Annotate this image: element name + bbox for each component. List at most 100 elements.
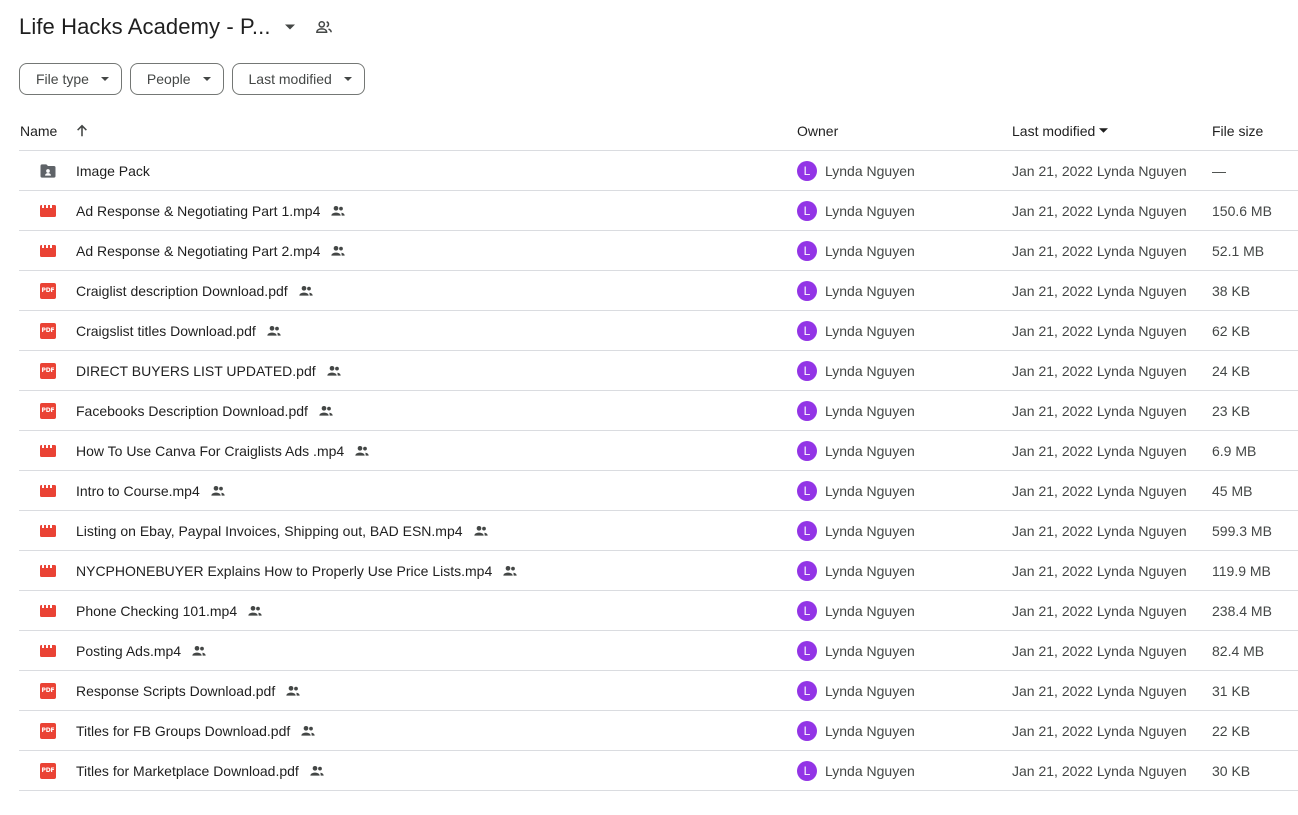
filter-last-modified[interactable]: Last modified <box>231 63 365 95</box>
avatar: L <box>797 600 817 621</box>
column-file-size[interactable]: File size <box>1212 123 1298 139</box>
filter-people[interactable]: People <box>129 63 224 95</box>
table-row[interactable]: Ad Response & Negotiating Part 2.mp4 L Lyn… <box>19 231 1298 271</box>
table-row[interactable]: PDF Titles for FB Groups Download.pdf L Lyn… <box>19 711 1298 751</box>
table-row[interactable]: Phone Checking 101.mp4 L Lynda Nguyen Jan 2… <box>19 591 1298 631</box>
folder-title[interactable]: Life Hacks Academy - P... <box>19 14 271 40</box>
last-modified: Jan 21, 2022 Lynda Nguyen <box>1012 522 1187 539</box>
avatar: L <box>797 160 817 181</box>
owner-name: Lynda Nguyen <box>825 482 915 499</box>
avatar: L <box>797 280 817 301</box>
caret-down-icon <box>343 77 352 81</box>
file-name[interactable]: Titles for Marketplace Download.pdf <box>76 763 299 779</box>
file-name[interactable]: Intro to Course.mp4 <box>76 483 200 499</box>
last-modified: Jan 21, 2022 Lynda Nguyen <box>1012 162 1187 179</box>
owner-name: Lynda Nguyen <box>825 282 915 299</box>
shared-people-icon[interactable] <box>315 18 333 36</box>
avatar: L <box>797 520 817 541</box>
avatar: L <box>797 400 817 421</box>
table-row[interactable]: PDF Response Scripts Download.pdf L Lynda N… <box>19 671 1298 711</box>
filter-file-type[interactable]: File type <box>19 63 122 95</box>
video-file-icon <box>38 601 58 621</box>
table-row[interactable]: PDF Craigslist titles Download.pdf L Lynda … <box>19 311 1298 351</box>
video-file-icon <box>38 641 58 661</box>
file-name[interactable]: DIRECT BUYERS LIST UPDATED.pdf <box>76 363 316 379</box>
file-name[interactable]: Response Scripts Download.pdf <box>76 683 275 699</box>
table-row[interactable]: PDF Titles for Marketplace Download.pdf L L… <box>19 751 1298 791</box>
file-name[interactable]: NYCPHONEBUYER Explains How to Properly U… <box>76 563 492 579</box>
pdf-label: PDF <box>40 402 56 419</box>
file-name[interactable]: Titles for FB Groups Download.pdf <box>76 723 290 739</box>
file-name[interactable]: Ad Response & Negotiating Part 2.mp4 <box>76 243 320 259</box>
column-name[interactable]: Name <box>19 123 797 139</box>
shared-folder-icon <box>38 161 58 181</box>
file-name[interactable]: Posting Ads.mp4 <box>76 643 181 659</box>
table-row[interactable]: Ad Response & Negotiating Part 1.mp4 L Lyn… <box>19 191 1298 231</box>
file-name[interactable]: Ad Response & Negotiating Part 1.mp4 <box>76 203 320 219</box>
shared-icon <box>210 483 226 499</box>
last-modified: Jan 21, 2022 Lynda Nguyen <box>1012 282 1187 299</box>
column-label: Owner <box>797 122 839 139</box>
shared-icon <box>285 683 301 699</box>
file-size: 150.6 MB <box>1212 202 1272 219</box>
pdf-label: PDF <box>40 762 56 779</box>
avatar: L <box>797 320 817 341</box>
file-name[interactable]: Listing on Ebay, Paypal Invoices, Shippi… <box>76 523 463 539</box>
file-name[interactable]: Craigslist titles Download.pdf <box>76 323 256 339</box>
filter-label: File type <box>36 71 89 87</box>
table-header: Name Owner Last modified File size <box>19 111 1298 151</box>
file-name[interactable]: Facebooks Description Download.pdf <box>76 403 308 419</box>
pdf-file-icon: PDF <box>38 721 58 741</box>
owner-name: Lynda Nguyen <box>825 722 915 739</box>
sort-arrow-up-icon[interactable] <box>75 124 89 138</box>
avatar: L <box>797 200 817 221</box>
owner-name: Lynda Nguyen <box>825 202 915 219</box>
file-name[interactable]: How To Use Canva For Craiglists Ads .mp4 <box>76 443 344 459</box>
file-size: 599.3 MB <box>1212 522 1272 539</box>
file-size: 23 KB <box>1212 402 1251 419</box>
file-size: 38 KB <box>1212 282 1251 299</box>
column-last-modified[interactable]: Last modified <box>1012 123 1212 139</box>
caret-down-icon <box>202 77 211 81</box>
last-modified: Jan 21, 2022 Lynda Nguyen <box>1012 762 1187 779</box>
table-row[interactable]: Listing on Ebay, Paypal Invoices, Shippi… <box>19 511 1298 551</box>
folder-header: Life Hacks Academy - P... <box>19 10 333 44</box>
avatar: L <box>797 440 817 461</box>
avatar: L <box>797 480 817 501</box>
filter-label: People <box>146 71 191 87</box>
pdf-file-icon: PDF <box>38 321 58 341</box>
video-file-icon <box>38 561 58 581</box>
pdf-file-icon: PDF <box>38 681 58 701</box>
filter-bar: File type People Last modified <box>19 63 365 95</box>
owner-name: Lynda Nguyen <box>825 522 915 539</box>
last-modified: Jan 21, 2022 Lynda Nguyen <box>1012 682 1187 699</box>
shared-icon <box>502 563 518 579</box>
table-row[interactable]: PDF DIRECT BUYERS LIST UPDATED.pdf L Lynda … <box>19 351 1298 391</box>
table-row[interactable]: Image Pack L Lynda Nguyen Jan 21, 2022 Lynd… <box>19 151 1298 191</box>
file-name[interactable]: Phone Checking 101.mp4 <box>76 603 237 619</box>
shared-icon <box>318 403 334 419</box>
caret-down-icon <box>100 77 109 81</box>
table-row[interactable]: Intro to Course.mp4 L Lynda Nguyen Jan 21, … <box>19 471 1298 511</box>
owner-name: Lynda Nguyen <box>825 162 915 179</box>
file-size: 82.4 MB <box>1212 642 1265 659</box>
table-row[interactable]: NYCPHONEBUYER Explains How to Properly U… <box>19 551 1298 591</box>
pdf-file-icon: PDF <box>38 281 58 301</box>
last-modified: Jan 21, 2022 Lynda Nguyen <box>1012 482 1187 499</box>
shared-icon <box>326 363 342 379</box>
column-owner[interactable]: Owner <box>797 123 1012 139</box>
table-row[interactable]: Posting Ads.mp4 L Lynda Nguyen Jan 21, 2022… <box>19 631 1298 671</box>
last-modified: Jan 21, 2022 Lynda Nguyen <box>1012 642 1187 659</box>
table-row[interactable]: How To Use Canva For Craiglists Ads .mp4… <box>19 431 1298 471</box>
file-size: 238.4 MB <box>1212 602 1272 619</box>
avatar: L <box>797 240 817 261</box>
table-row[interactable]: PDF Facebooks Description Download.pdf L Ly… <box>19 391 1298 431</box>
table-row[interactable]: PDF Craiglist description Download.pdf L Ly… <box>19 271 1298 311</box>
caret-down-icon[interactable] <box>284 24 295 30</box>
file-name[interactable]: Image Pack <box>76 163 150 179</box>
video-file-icon <box>38 441 58 461</box>
pdf-label: PDF <box>40 362 56 379</box>
video-file-icon <box>38 201 58 221</box>
file-name[interactable]: Craiglist description Download.pdf <box>76 283 288 299</box>
avatar: L <box>797 560 817 581</box>
